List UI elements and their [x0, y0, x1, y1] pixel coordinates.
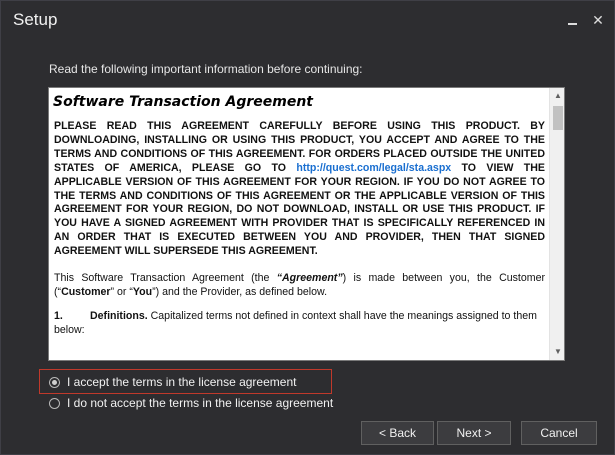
decline-radio-option[interactable]: I do not accept the terms in the license…	[49, 395, 333, 411]
scrollbar-thumb[interactable]	[553, 106, 563, 130]
section-heading: Definitions.	[90, 310, 148, 323]
term-you: You	[132, 286, 153, 299]
legal-link[interactable]: http://quest.com/legal/sta.aspx	[296, 162, 451, 174]
para-text: ”) and the Provider, as defined below.	[152, 286, 328, 299]
definitions-paragraph: 1. Definitions. Capitalized terms not def…	[54, 309, 545, 337]
term-agreement: “Agreement”	[276, 272, 343, 285]
close-button[interactable]: ✕	[587, 9, 609, 31]
license-content: Software Transaction Agreement PLEASE RE…	[49, 88, 549, 360]
term-customer: Customer	[61, 286, 111, 299]
minimize-icon	[567, 23, 577, 26]
para-text: ” or “	[110, 286, 133, 299]
license-text-area[interactable]: Software Transaction Agreement PLEASE RE…	[48, 87, 565, 361]
accept-radio-option[interactable]: I accept the terms in the license agreem…	[49, 374, 296, 390]
setup-window: Setup ✕ Read the following important inf…	[0, 0, 615, 455]
cancel-button[interactable]: Cancel	[521, 421, 597, 445]
minimize-button[interactable]	[561, 9, 583, 31]
scroll-down-arrow-icon[interactable]: ▼	[550, 344, 564, 360]
vertical-scrollbar[interactable]: ▲ ▼	[549, 88, 564, 360]
section-number: 1.	[54, 310, 63, 323]
title-bar: Setup ✕	[1, 1, 614, 41]
close-icon: ✕	[592, 12, 604, 28]
radio-selected-dot	[52, 379, 57, 385]
intro-text: Read the following important information…	[49, 62, 363, 76]
next-button[interactable]: Next >	[437, 421, 511, 445]
para-text: This Software Transaction Agreement (the	[54, 272, 277, 285]
license-intro-paragraph: This Software Transaction Agreement (the…	[54, 271, 545, 299]
scroll-up-arrow-icon[interactable]: ▲	[550, 88, 564, 104]
decline-radio-label[interactable]: I do not accept the terms in the license…	[67, 396, 333, 410]
decline-radio-button[interactable]	[49, 397, 60, 409]
window-title: Setup	[13, 10, 58, 29]
accept-radio-label[interactable]: I accept the terms in the license agreem…	[67, 375, 296, 389]
license-caps-paragraph: PLEASE READ THIS AGREEMENT CAREFULLY BEF…	[54, 120, 545, 259]
back-button[interactable]: < Back	[361, 421, 434, 445]
accept-radio-button[interactable]	[49, 376, 60, 388]
caps-text-2: TO VIEW THE APPLICABLE VERSION OF THIS A…	[54, 161, 545, 258]
license-title: Software Transaction Agreement	[53, 94, 313, 110]
